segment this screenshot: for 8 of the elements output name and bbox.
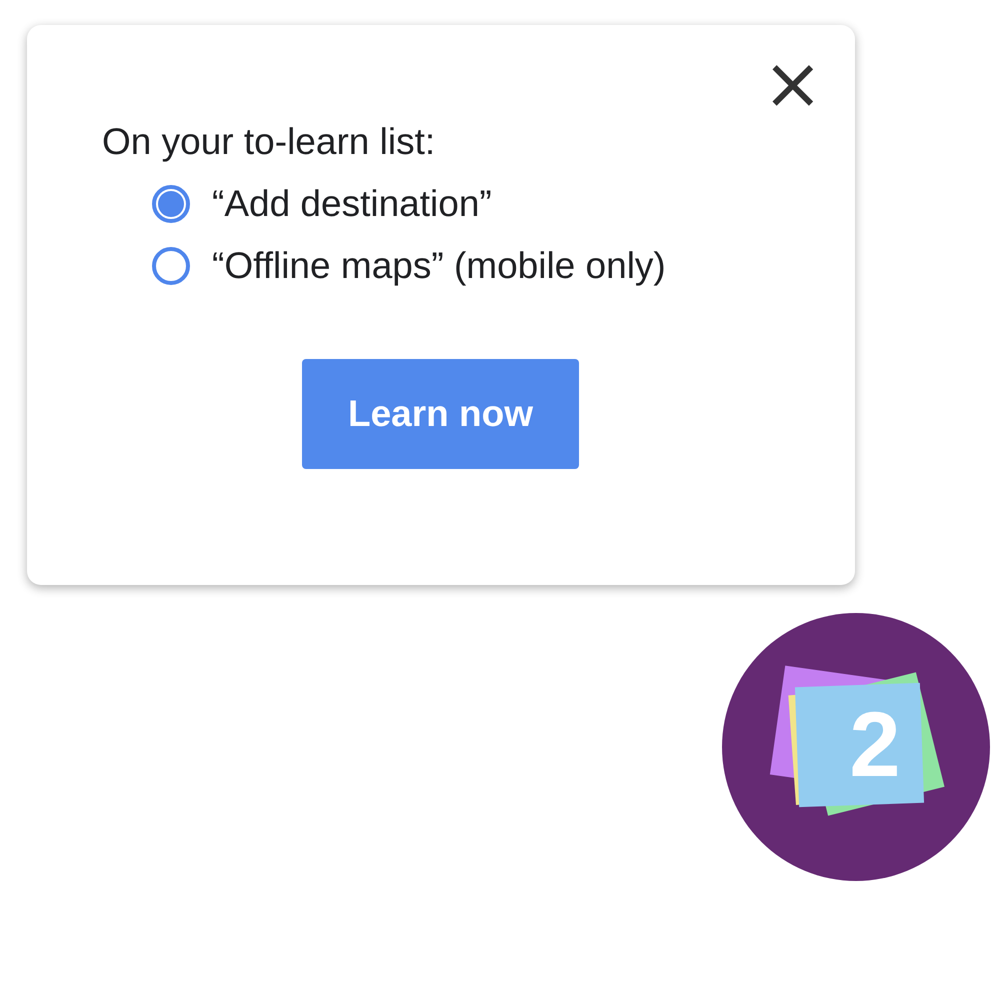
option-label: “Add destination”	[212, 183, 492, 225]
option-label: “Offline maps” (mobile only)	[212, 245, 666, 287]
radio-button[interactable]	[152, 185, 190, 223]
badge-count: 2	[848, 695, 902, 795]
list-heading: On your to-learn list:	[102, 121, 436, 163]
radio-button[interactable]	[152, 247, 190, 285]
notes-badge-icon	[722, 613, 990, 881]
close-button[interactable]: ×	[756, 53, 829, 113]
